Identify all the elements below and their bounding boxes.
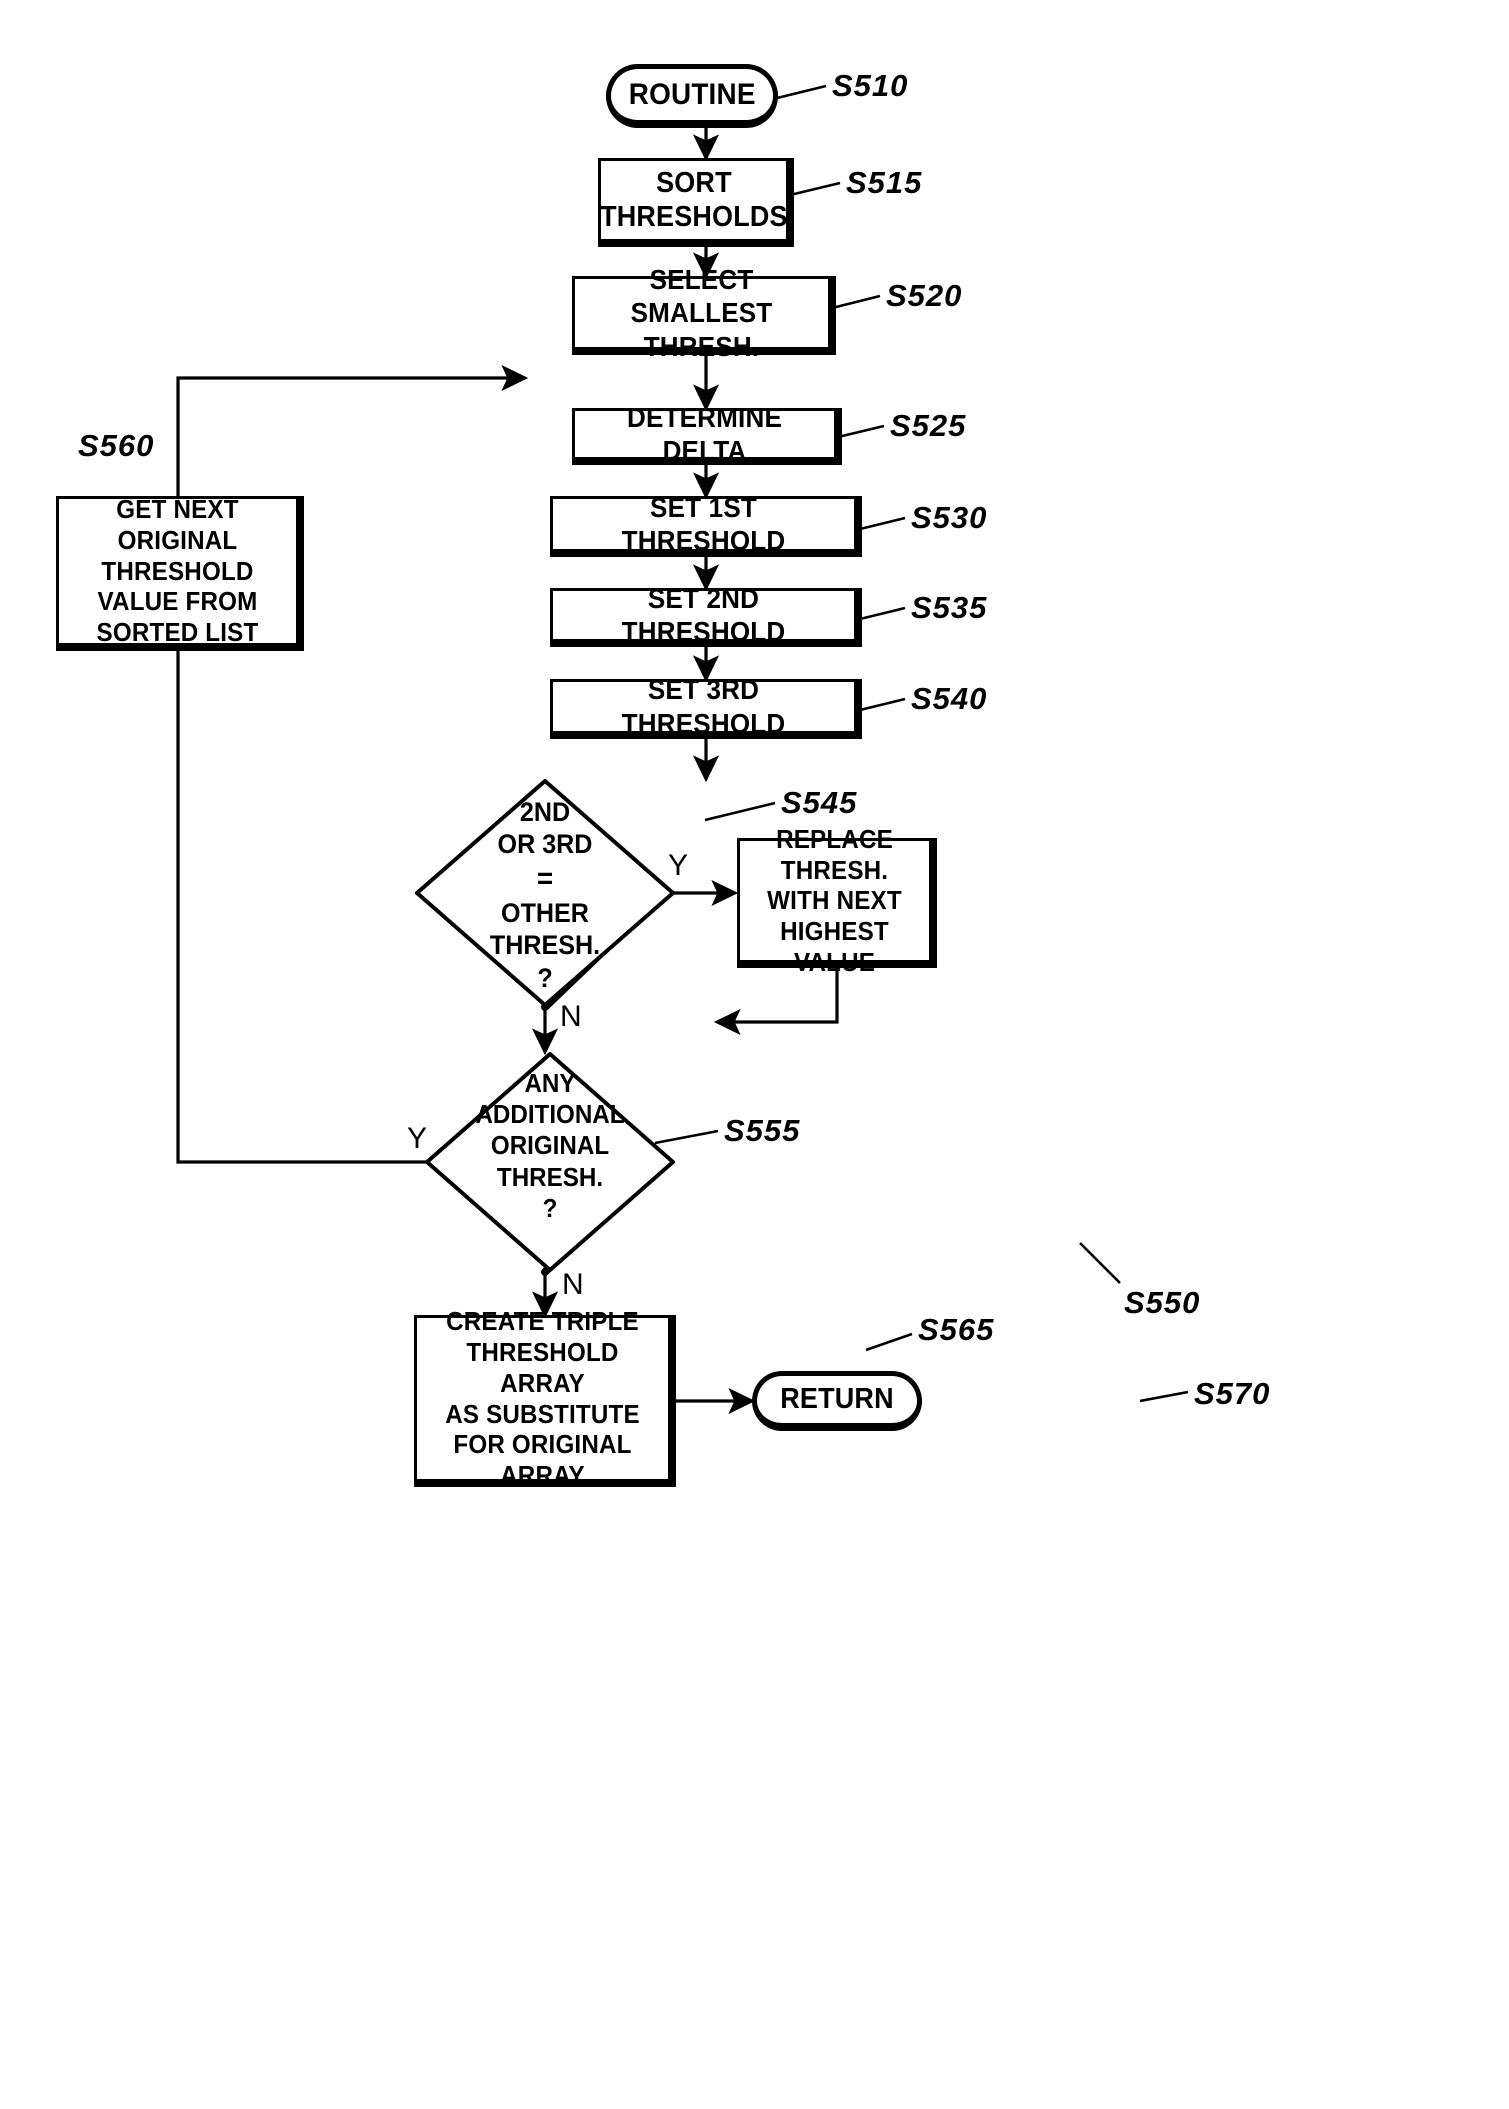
node-create-triple-array[interactable]: CREATE TRIPLE THRESHOLD ARRAY AS SUBSTITUT…	[414, 1306, 676, 1490]
ref-S515: S515	[846, 165, 923, 200]
leader-S545	[704, 801, 776, 822]
node-sort-thresholds[interactable]: SORT THRESHOLDS	[598, 158, 794, 247]
node-set-1st-threshold[interactable]: SET 1ST THRESHOLD	[550, 492, 862, 557]
node-set-3rd-threshold[interactable]: SET 3RD THRESHOLD	[550, 674, 862, 739]
node-return-end[interactable]: RETURN	[752, 1371, 922, 1431]
node-routine-start[interactable]: ROUTINE	[606, 64, 778, 128]
node-select-smallest[interactable]: SELECT SMALLEST THRESH.	[572, 264, 836, 362]
ref-S545: S545	[781, 785, 858, 820]
ref-S520: S520	[886, 278, 963, 313]
leader-S565	[865, 1332, 913, 1352]
node-get-next-threshold[interactable]: GET NEXT ORIGINAL THRESHOLD VALUE FROM SORT…	[56, 494, 304, 651]
ref-S510: S510	[832, 68, 909, 103]
ref-S555: S555	[724, 1113, 801, 1148]
node-decision-2nd-or-3rd-label: 2ND OR 3RD = OTHER THRESH.?	[489, 797, 601, 993]
leader-S510	[776, 84, 827, 100]
leader-S540	[859, 697, 906, 712]
leader-S550	[1079, 1242, 1121, 1284]
node-sort-thresholds-label: SORT THRESHOLDS	[599, 166, 788, 233]
branch-decision1-no: N	[560, 1000, 582, 1033]
leader-S515	[789, 181, 841, 197]
ref-S530: S530	[911, 500, 988, 535]
leader-S530	[859, 516, 906, 531]
branch-decision2-yes: Y	[407, 1122, 428, 1155]
ref-S565: S565	[918, 1312, 995, 1347]
leader-S525	[837, 424, 885, 439]
node-set-1st-threshold-label: SET 1ST THRESHOLD	[621, 491, 786, 556]
node-return-end-label: RETURN	[780, 1383, 894, 1415]
flowchart-canvas: ROUTINE S510 SORT THRESHOLDS S515 SELECT S…	[0, 0, 1509, 2109]
ref-S540: S540	[911, 681, 988, 716]
node-decision-any-additional-label: ANY ADDITIONAL ORIGINAL THRESH.?	[475, 1068, 625, 1223]
node-replace-threshold[interactable]: REPLACE THRESH. WITH NEXT HIGHEST VALUE	[737, 824, 937, 977]
node-create-triple-array-label: CREATE TRIPLE THRESHOLD ARRAY AS SUBSTITUT…	[445, 1306, 640, 1490]
leader-S570	[1139, 1390, 1189, 1403]
node-determine-delta-label: DETERMINE DELTA	[626, 401, 783, 466]
ref-S570: S570	[1194, 1376, 1271, 1411]
ref-S550: S550	[1124, 1285, 1201, 1320]
leader-S520	[831, 294, 881, 310]
node-replace-threshold-label: REPLACE THRESH. WITH NEXT HIGHEST VALUE	[767, 823, 902, 977]
branch-decision2-no: N	[562, 1268, 584, 1301]
node-set-2nd-threshold[interactable]: SET 2ND THRESHOLD	[550, 583, 862, 647]
node-get-next-threshold-label: GET NEXT ORIGINAL THRESHOLD VALUE FROM SORT…	[96, 494, 259, 648]
node-set-2nd-threshold-label: SET 2ND THRESHOLD	[621, 582, 786, 647]
ref-S525: S525	[890, 408, 967, 443]
leader-S535	[859, 606, 906, 621]
node-select-smallest-label: SELECT SMALLEST THRESH.	[630, 264, 773, 362]
node-determine-delta[interactable]: DETERMINE DELTA	[572, 402, 842, 466]
node-set-3rd-threshold-label: SET 3RD THRESHOLD	[621, 674, 786, 739]
branch-decision1-yes: Y	[668, 849, 689, 882]
node-routine-start-label: ROUTINE	[628, 77, 756, 111]
ref-S560: S560	[78, 428, 155, 463]
ref-S535: S535	[911, 590, 988, 625]
